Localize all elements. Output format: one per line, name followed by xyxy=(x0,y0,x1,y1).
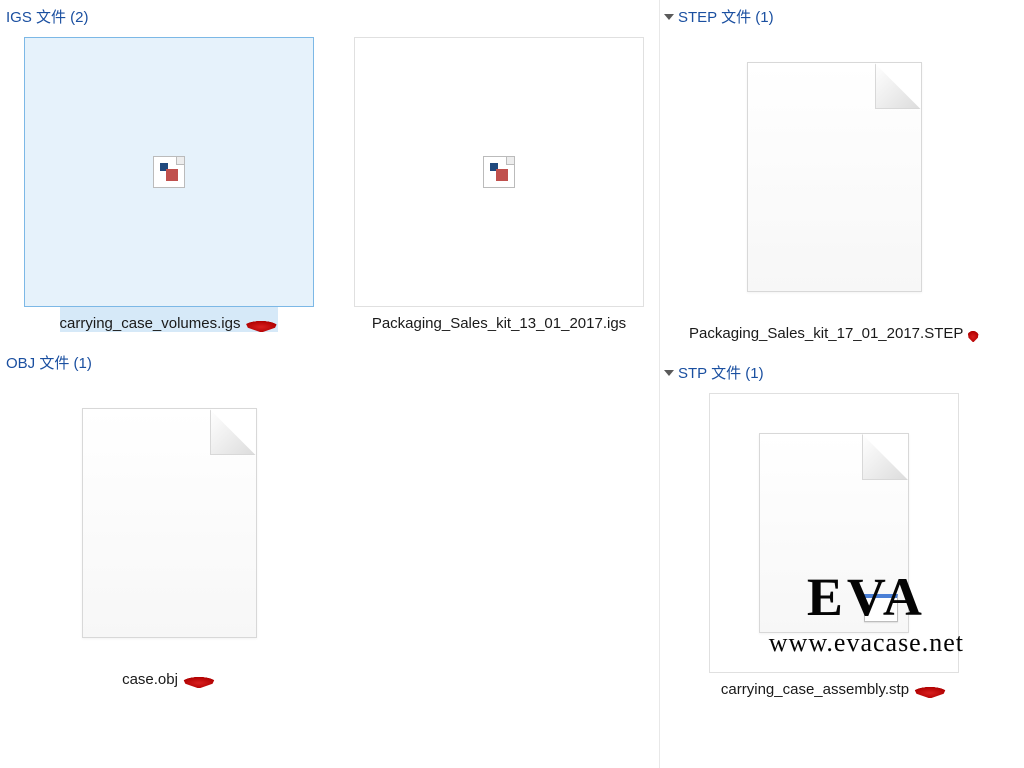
group-header-stp[interactable]: STP 文件 (1) xyxy=(664,358,1020,389)
file-item[interactable]: Packaging_Sales_kit_17_01_2017.STEP xyxy=(704,33,964,346)
file-thumbnail xyxy=(354,37,644,307)
file-name: case.obj xyxy=(122,671,178,688)
file-thumbnail xyxy=(709,393,959,673)
file-name: Packaging_Sales_kit_17_01_2017.STEP xyxy=(689,325,963,342)
annotation-mark-icon xyxy=(244,321,278,333)
file-thumbnail xyxy=(64,383,274,663)
group-label: OBJ 文件 (1) xyxy=(6,352,92,373)
group-label: STEP 文件 (1) xyxy=(678,6,774,27)
group-label: IGS 文件 (2) xyxy=(6,6,89,27)
annotation-mark-icon xyxy=(913,687,947,699)
missing-image-icon xyxy=(153,156,185,188)
blank-page-icon xyxy=(82,408,257,638)
group-header-obj[interactable]: OBJ 文件 (1) xyxy=(4,348,655,379)
file-thumbnail xyxy=(24,37,314,307)
app-page-icon xyxy=(759,433,909,633)
annotation-mark-icon xyxy=(967,331,979,343)
file-item[interactable]: Packaging_Sales_kit_13_01_2017.igs xyxy=(354,33,644,336)
annotation-mark-icon xyxy=(182,677,216,689)
file-thumbnail xyxy=(729,37,939,317)
app-badge-icon xyxy=(864,594,898,622)
group-stp: STP 文件 (1) carrying_case_assembly.stp xyxy=(660,356,1024,712)
file-item[interactable]: carrying_case_assembly.stp xyxy=(704,389,964,702)
blank-page-icon xyxy=(747,62,922,292)
group-igs: IGS 文件 (2) carrying_case_volumes.igs xyxy=(0,0,659,346)
group-label: STP 文件 (1) xyxy=(678,362,764,383)
group-obj: OBJ 文件 (1) case.obj xyxy=(0,346,659,702)
file-item[interactable]: case.obj xyxy=(24,379,314,692)
file-name: Packaging_Sales_kit_13_01_2017.igs xyxy=(372,315,626,332)
file-item[interactable]: carrying_case_volumes.igs xyxy=(24,33,314,336)
file-name: carrying_case_assembly.stp xyxy=(721,681,909,698)
missing-image-icon xyxy=(483,156,515,188)
group-step: STEP 文件 (1) Packaging_Sales_kit_17_01_20… xyxy=(660,0,1024,356)
collapse-triangle-icon xyxy=(664,370,674,376)
group-header-step[interactable]: STEP 文件 (1) xyxy=(664,2,1020,33)
file-name: carrying_case_volumes.igs xyxy=(60,315,241,332)
collapse-triangle-icon xyxy=(664,14,674,20)
group-header-igs[interactable]: IGS 文件 (2) xyxy=(4,2,655,33)
